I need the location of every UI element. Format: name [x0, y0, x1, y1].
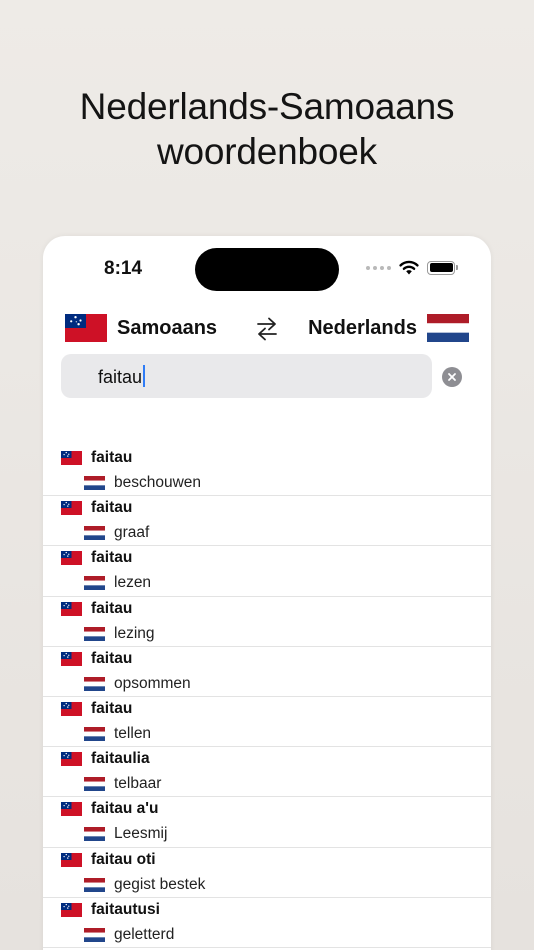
battery-icon [427, 260, 458, 275]
translation-row: beschouwen [84, 474, 201, 492]
netherlands-flag-icon [84, 476, 105, 490]
translation-row: opsommen [84, 675, 191, 693]
clear-icon[interactable] [442, 367, 462, 387]
source-row: faitau [61, 600, 132, 618]
source-row: faitaulia [61, 750, 150, 768]
translation-row: geletterd [84, 926, 174, 944]
result-entry[interactable]: faitau opsommen [43, 647, 491, 697]
translation-word: geletterd [114, 925, 175, 943]
results-list: faitau beschouwen faitau graaf faitau le… [43, 446, 491, 948]
source-language-selector[interactable]: Samoaans [65, 314, 217, 342]
headline-line-2: woordenboek [157, 131, 377, 172]
source-word: faitau [91, 549, 133, 567]
samoa-flag-icon [61, 551, 82, 566]
translation-word: tellen [114, 724, 152, 742]
netherlands-flag-icon [84, 927, 105, 942]
result-entry[interactable]: faitautusi geletterd [43, 898, 491, 948]
netherlands-flag-icon [84, 676, 105, 691]
target-language-selector[interactable]: Nederlands [308, 314, 469, 342]
source-word: faitau [91, 599, 133, 617]
netherlands-flag-icon [84, 526, 105, 541]
samoa-flag-icon [61, 752, 82, 767]
target-language-label: Nederlands [308, 316, 417, 339]
cellular-signal-icon [366, 265, 391, 270]
translation-word: Leesmij [114, 825, 168, 843]
source-row: faitautusi [61, 901, 160, 919]
translation-row: Leesmij [84, 825, 167, 843]
samoa-flag-icon [61, 601, 82, 616]
source-row: faitau [61, 499, 132, 517]
translation-word: beschouwen [114, 474, 202, 491]
source-row: faitau oti [61, 851, 156, 869]
source-row: faitau [61, 549, 132, 567]
search-input[interactable]: faitau [61, 354, 432, 398]
translation-word: lezen [114, 574, 152, 592]
translation-word: gegist bestek [114, 875, 206, 893]
translation-row: gegist bestek [84, 876, 205, 894]
text-caret [143, 365, 146, 387]
samoa-flag-icon [61, 451, 82, 465]
source-word: faitau [91, 449, 133, 466]
source-row: faitau a'u [61, 800, 158, 818]
netherlands-flag-icon [84, 827, 105, 842]
status-time: 8:14 [104, 258, 143, 279]
netherlands-flag-icon [427, 314, 469, 342]
samoa-flag-icon [61, 501, 82, 516]
samoa-flag-icon [61, 802, 82, 817]
result-entry[interactable]: faitau graaf [43, 496, 491, 547]
language-bar: Samoaans Nederlands [43, 314, 491, 344]
translation-word: graaf [114, 524, 150, 542]
result-entry[interactable]: faitau beschouwen [43, 446, 491, 497]
result-entry[interactable]: faitau tellen [43, 697, 491, 748]
headline: Nederlands-Samoaans woordenboek [0, 84, 534, 174]
result-entry[interactable]: faitau lezing [43, 597, 491, 647]
translation-word: telbaar [114, 775, 162, 793]
source-word: faitau oti [91, 850, 156, 868]
result-entry[interactable]: faitau a'u Leesmij [43, 797, 491, 848]
source-word: faitau [91, 699, 133, 717]
samoa-flag-icon [61, 651, 82, 666]
source-word: faitautusi [91, 900, 160, 918]
netherlands-flag-icon [84, 626, 105, 641]
result-entry[interactable]: faitau oti gegist bestek [43, 848, 491, 898]
headline-line-1: Nederlands-Samoaans [79, 86, 455, 127]
source-word: faitau a'u [91, 800, 159, 818]
netherlands-flag-icon [84, 777, 105, 792]
source-row: faitau [61, 700, 132, 718]
search-input-value: faitau [98, 365, 146, 388]
translation-row: lezing [84, 625, 155, 643]
source-row: faitau [61, 449, 132, 467]
phone-screen: 8:14 Samoaans Nederlands faitau faitau b… [43, 236, 491, 950]
result-entry[interactable]: faitaulia telbaar [43, 747, 491, 798]
netherlands-flag-icon [84, 576, 105, 591]
dynamic-island [195, 248, 339, 291]
translation-row: telbaar [84, 775, 161, 793]
netherlands-flag-icon [84, 726, 105, 741]
samoa-flag-icon [61, 902, 82, 917]
translation-word: lezing [114, 624, 155, 642]
source-word: faitaulia [91, 750, 150, 768]
samoa-flag-icon [65, 314, 107, 342]
translation-row: graaf [84, 524, 149, 542]
samoa-flag-icon [61, 852, 82, 867]
status-icons [366, 260, 458, 275]
swap-arrows-icon[interactable] [255, 316, 279, 342]
source-word: faitau [91, 649, 133, 667]
source-word: faitau [91, 499, 133, 517]
translation-word: opsommen [114, 674, 191, 692]
source-language-label: Samoaans [117, 316, 218, 339]
netherlands-flag-icon [84, 877, 105, 892]
translation-row: lezen [84, 574, 151, 592]
result-entry[interactable]: faitau lezen [43, 546, 491, 597]
translation-row: tellen [84, 725, 151, 743]
samoa-flag-icon [61, 701, 82, 716]
source-row: faitau [61, 650, 132, 668]
wifi-icon [399, 260, 419, 275]
